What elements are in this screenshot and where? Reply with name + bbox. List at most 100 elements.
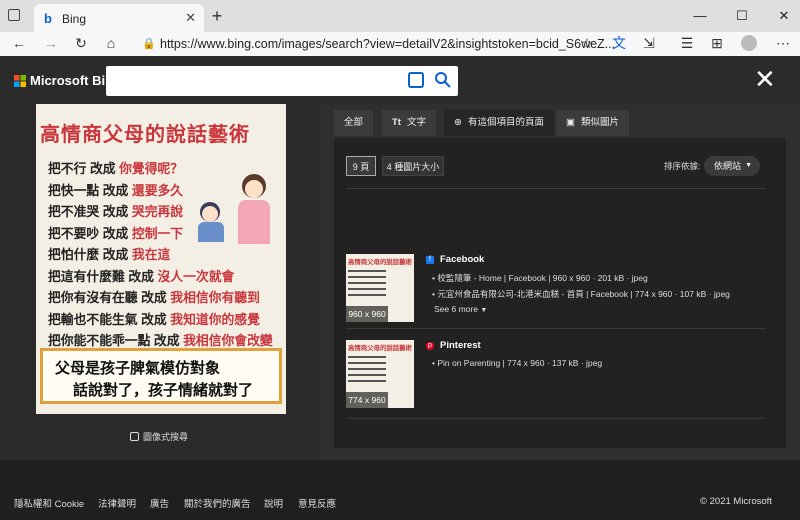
thumbnail-line <box>348 270 386 272</box>
thumbnail-line <box>348 294 386 296</box>
mother-illustration <box>232 174 276 244</box>
collections-icon[interactable]: ⊞ <box>704 32 730 56</box>
tab-all-label: 全部 <box>344 117 364 128</box>
window-close-icon[interactable]: ✕ <box>764 2 800 30</box>
divider <box>346 418 766 419</box>
poster-line-highlight: 我在這 <box>131 247 171 262</box>
bing-image-viewer: Microsoft Bing ✕ 高情商父母的說話藝術 把不行 改成 你覺得呢？… <box>0 56 800 460</box>
browser-tab[interactable]: b Bing ✕ <box>34 4 204 32</box>
poster-line: 把不行 改成 你覺得呢？ <box>48 158 183 177</box>
visual-search-label: 圖像式搜尋 <box>143 432 189 442</box>
visual-search-icon[interactable] <box>408 72 424 88</box>
result-item-text: 校監隨筆 - Home | Facebook | 960 x 960 · 201… <box>437 273 648 283</box>
tab-actions-icon[interactable] <box>8 9 20 21</box>
result-thumbnail[interactable]: 高情商父母的說話藝術 774 x 960 <box>346 340 414 408</box>
footer-link-legal[interactable]: 法律聲明 <box>98 496 136 510</box>
poster-line: 把你有沒有在聽 改成 我相信你有聽到 <box>48 287 260 306</box>
tab-pages-with-image[interactable]: ⊕ 有這個項目的頁面 <box>444 110 554 136</box>
tab-close-icon[interactable]: ✕ <box>185 10 196 26</box>
result-item[interactable]: • 校監隨筆 - Home | Facebook | 960 x 960 · 2… <box>432 272 648 284</box>
text-icon: Tt <box>392 117 401 128</box>
poster-line-highlight: 沒人一次就會 <box>157 268 235 284</box>
result-thumbnail[interactable]: 高情商父母的說話藝術 960 x 960 <box>346 254 414 322</box>
search-input[interactable] <box>106 66 458 96</box>
preview-image[interactable]: 高情商父母的說話藝術 把不行 改成 你覺得呢？ 把快一點 改成 還要多久 把不准哭 … <box>36 104 286 414</box>
thumbnail-line <box>348 282 386 284</box>
result-item[interactable]: • Pin on Parenting | 774 x 960 · 137 kB … <box>432 358 602 368</box>
thumbnail-line <box>348 276 386 278</box>
tab-text-label: 文字 <box>406 117 426 128</box>
see-more-button[interactable]: See 6 more ▼ <box>434 304 487 314</box>
visual-search-button[interactable]: 圖像式搜尋 <box>130 430 188 443</box>
sort-value: 依網站 <box>714 161 742 171</box>
sort-label: 排序依據: <box>664 161 701 171</box>
tab-text[interactable]: Tt 文字 <box>382 110 436 136</box>
image-sizes-pill[interactable]: 4 種圖片大小 <box>382 156 444 176</box>
thumbnail-title: 高情商父母的說話藝術 <box>348 259 412 266</box>
lock-icon[interactable]: 🔒 <box>142 37 156 50</box>
poster-line: 把不要吵 改成 控制一下 <box>48 223 183 242</box>
footer-link-ads[interactable]: 廣告 <box>150 496 169 510</box>
profile-avatar-icon[interactable] <box>736 32 762 56</box>
poster-line: 把不准哭 改成 哭完再說 <box>48 201 183 220</box>
result-site-facebook[interactable]: Facebook <box>440 254 484 265</box>
chevron-down-icon: ▼ <box>480 307 488 314</box>
poster-line-before: 把不行 改成 <box>48 161 120 176</box>
poster-line-before: 把不准哭 改成 <box>48 204 132 219</box>
footer-link-about-ads[interactable]: 關於我們的廣告 <box>184 496 251 510</box>
tab-pages-label: 有這個項目的頁面 <box>467 117 544 128</box>
footer-link-feedback[interactable]: 意見反應 <box>298 496 336 510</box>
pages-count-pill[interactable]: 9 頁 <box>346 156 376 176</box>
poster-line-before: 把輸也不能生氣 改成 <box>48 311 171 327</box>
poster-line: 把這有什麼難 改成 沒人一次就會 <box>48 266 234 285</box>
bing-favicon-icon: b <box>44 11 52 26</box>
tab-all[interactable]: 全部 <box>334 110 374 136</box>
favorite-star-icon[interactable]: ☆ <box>574 32 600 56</box>
extension-icon[interactable]: ⇲ <box>636 32 662 56</box>
sort-dropdown[interactable]: 依網站 ▼ <box>704 156 760 176</box>
poster-line-before: 把怕什麼 改成 <box>48 247 132 262</box>
back-icon[interactable]: ← <box>6 32 32 56</box>
image-icon: ▣ <box>566 117 575 128</box>
poster-title: 高情商父母的說話藝術 <box>40 124 250 146</box>
poster-line: 把輸也不能生氣 改成 我知道你的感覺 <box>48 309 260 328</box>
close-viewer-icon[interactable]: ✕ <box>754 66 776 92</box>
facebook-icon: f <box>426 256 434 264</box>
child-illustration <box>196 202 226 242</box>
address-bar[interactable]: 🔒 https://www.bing.com/images/search?vie… <box>134 33 615 55</box>
pages-icon: ⊕ <box>454 117 462 128</box>
poster-summary-line1: 父母是孩子脾氣模仿對象 <box>55 360 221 377</box>
visual-search-button-icon <box>130 432 139 441</box>
thumbnail-line <box>348 380 386 382</box>
new-tab-icon[interactable]: + <box>206 6 228 28</box>
bottom-band <box>0 460 800 482</box>
poster-line-before: 把你能不能乖一點 改成 <box>48 333 184 348</box>
poster-line-before: 把不要吵 改成 <box>48 225 132 241</box>
result-site-pinterest[interactable]: Pinterest <box>440 340 481 351</box>
poster-line-highlight: 還要多久 <box>131 182 184 198</box>
footer-link-privacy[interactable]: 隱私權和 Cookie <box>14 496 84 510</box>
poster-line: 把怕什麼 改成 我在這 <box>48 244 170 263</box>
result-item[interactable]: • 元宜州食品有限公司-北港米血糕 - 首頁 | Facebook | 774 … <box>432 288 730 300</box>
poster-line-highlight: 哭完再說 <box>131 204 184 219</box>
thumbnail-line <box>348 368 386 370</box>
refresh-icon[interactable]: ↻ <box>68 32 94 56</box>
footer-link-help[interactable]: 說明 <box>264 496 283 510</box>
more-menu-icon[interactable]: ⋯ <box>770 32 796 56</box>
maximize-icon[interactable]: ☐ <box>722 2 762 30</box>
translate-icon[interactable]: 文 <box>606 32 632 56</box>
thumbnail-dimension: 774 x 960 <box>346 392 388 408</box>
poster-line-before: 把這有什麼難 改成 <box>48 268 158 284</box>
thumbnail-line <box>348 356 386 358</box>
home-icon[interactable]: ⌂ <box>98 32 124 56</box>
tab-similar-images[interactable]: ▣ 類似圖片 <box>556 110 629 136</box>
search-icon[interactable] <box>434 71 452 89</box>
poster-line-highlight: 我相信你會改變 <box>183 333 273 348</box>
poster-summary-box: 父母是孩子脾氣模仿對象 話說對了，孩子情緒就對了 <box>40 348 282 404</box>
tab-similar-label: 類似圖片 <box>580 117 619 128</box>
favorites-icon[interactable]: ☰ <box>674 32 700 56</box>
forward-icon[interactable]: → <box>38 32 64 56</box>
pages-results-panel: 9 頁 4 種圖片大小 排序依據: 依網站 ▼ 高情商父母的說話藝術 960 x … <box>334 138 786 448</box>
thumbnail-title: 高情商父母的說話藝術 <box>348 345 412 352</box>
minimize-icon[interactable]: — <box>680 2 720 30</box>
